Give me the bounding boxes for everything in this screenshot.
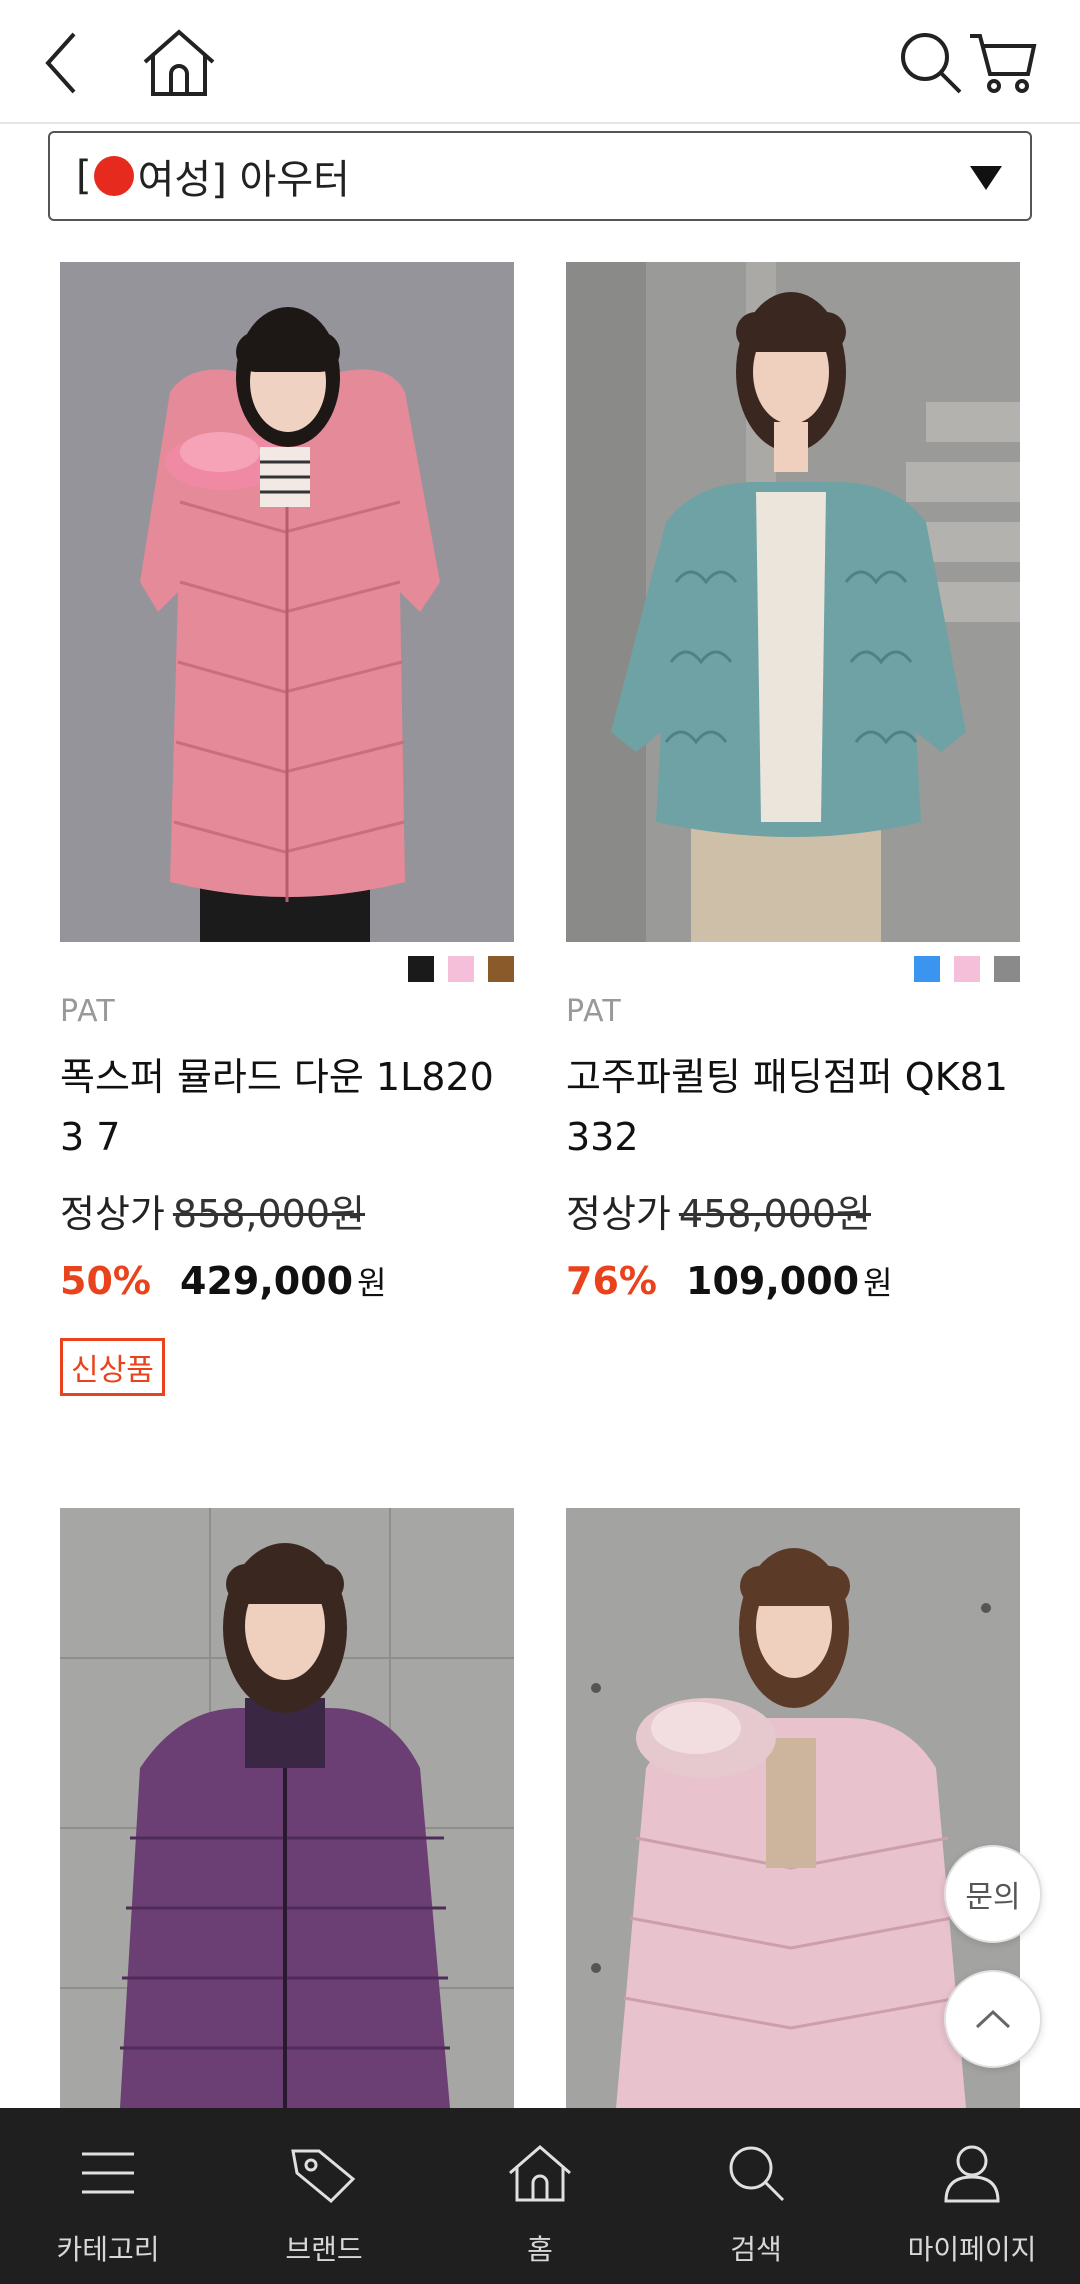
original-price: 정상가 858,000원: [60, 1183, 514, 1238]
nav-home-label: 홈: [527, 2233, 553, 2266]
color-swatch-blue: [914, 956, 940, 982]
color-swatch-brown: [488, 956, 514, 982]
color-swatches: [914, 956, 1020, 982]
nav-brand[interactable]: 브랜드: [216, 2108, 432, 2284]
product-card[interactable]: PAT 폭스퍼 뮬라드 다운 1L8203 7 정상가 858,000원 50% …: [60, 262, 514, 1396]
color-swatch-pink: [448, 956, 474, 982]
category-label: 여성] 아우터: [137, 157, 350, 203]
inquiry-button[interactable]: 문의: [944, 1845, 1042, 1943]
nav-category-label: 카테고리: [56, 2233, 160, 2266]
nav-home[interactable]: 홈: [432, 2108, 648, 2284]
currency-unit: 원: [357, 1264, 387, 1302]
product-brand: PAT: [60, 994, 116, 1029]
search-icon: [729, 2146, 785, 2202]
nav-search-label: 검색: [730, 2233, 782, 2266]
product-name[interactable]: 폭스퍼 뮬라드 다운 1L8203 7: [60, 1047, 514, 1167]
currency-unit: 원: [863, 1264, 893, 1302]
back-button[interactable]: [20, 20, 106, 106]
search-icon: [901, 33, 962, 94]
category-prefix: [: [76, 153, 92, 199]
original-price-label: 정상가: [566, 1192, 671, 1236]
sale-price: 429,000: [180, 1259, 354, 1303]
inquiry-label: 문의: [965, 1880, 1021, 1915]
original-price: 정상가 458,000원: [566, 1183, 1020, 1238]
discount-rate: 76%: [566, 1259, 657, 1303]
cart-icon: [970, 34, 1037, 93]
sale-price: 109,000: [686, 1259, 860, 1303]
color-swatch-pink: [954, 956, 980, 982]
category-select[interactable]: [ 여성] 아우터: [48, 131, 1032, 221]
dropdown-caret-icon: [970, 166, 1002, 190]
red-circle-icon: [93, 156, 134, 196]
nav-search[interactable]: 검색: [648, 2108, 864, 2284]
scroll-top-button[interactable]: [944, 1970, 1042, 2068]
nav-category[interactable]: 카테고리: [0, 2108, 216, 2284]
original-price-value: 458,000원: [678, 1192, 871, 1236]
color-swatches: [408, 956, 514, 982]
product-image[interactable]: [60, 1508, 514, 2108]
tag-icon: [291, 2149, 356, 2203]
original-price-value: 858,000원: [172, 1192, 365, 1236]
cart-button[interactable]: [960, 20, 1046, 106]
color-swatch-gray: [994, 956, 1020, 982]
chevron-up-icon: [975, 2009, 1011, 2029]
new-product-badge: 신상품: [60, 1338, 165, 1396]
home-icon: [509, 2145, 571, 2202]
nav-mypage-label: 마이페이지: [907, 2233, 1037, 2266]
user-icon: [944, 2145, 1000, 2203]
product-image[interactable]: [60, 262, 514, 942]
home-icon: [143, 29, 215, 96]
chevron-left-icon: [45, 32, 76, 94]
menu-icon: [82, 2152, 134, 2194]
home-button[interactable]: [136, 20, 222, 106]
product-brand: PAT: [566, 994, 622, 1029]
top-header: [0, 0, 1080, 124]
nav-mypage[interactable]: 마이페이지: [864, 2108, 1080, 2284]
product-card[interactable]: PAT 고주파퀼팅 패딩점퍼 QK81 332 정상가 458,000원 76% …: [566, 262, 1020, 1304]
original-price-label: 정상가: [60, 1192, 165, 1236]
discount-rate: 50%: [60, 1259, 151, 1303]
sale-price-line: 50% 429,000 원: [60, 1258, 514, 1304]
color-swatch-black: [408, 956, 434, 982]
product-name[interactable]: 고주파퀼팅 패딩점퍼 QK81 332: [566, 1047, 1020, 1167]
sale-price-line: 76% 109,000 원: [566, 1258, 1020, 1304]
product-image[interactable]: [566, 262, 1020, 942]
nav-brand-label: 브랜드: [285, 2233, 363, 2266]
bottom-navigation: 카테고리 브랜드 홈 검색 마이페이지: [0, 2108, 1080, 2284]
